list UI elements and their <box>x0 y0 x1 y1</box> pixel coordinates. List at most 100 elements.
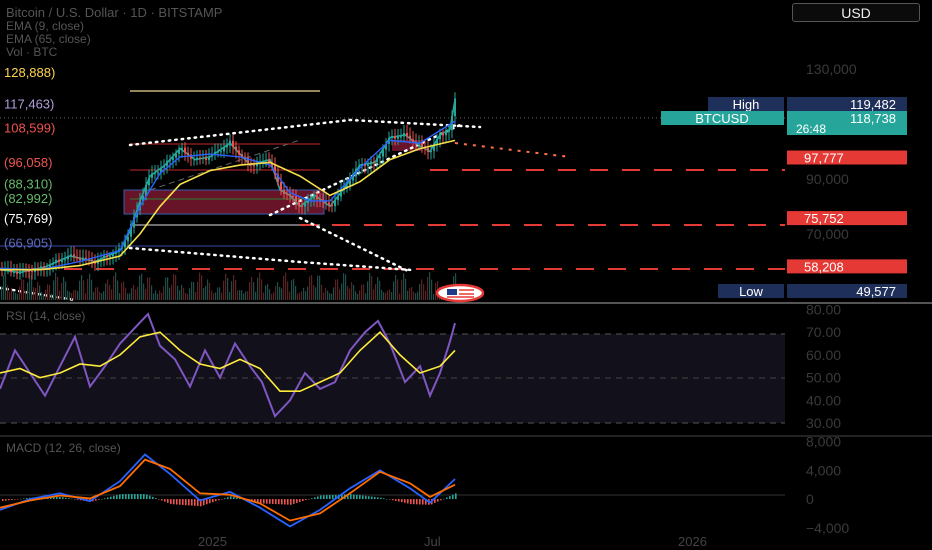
macd-hist-bar <box>272 499 274 504</box>
candle-body <box>73 254 75 258</box>
currency-button[interactable]: USD <box>792 3 920 22</box>
volume-bar <box>245 291 247 300</box>
low-tag[interactable]: Low 49,577 <box>718 284 907 299</box>
volume-bar <box>331 293 333 300</box>
candle-body <box>379 156 381 159</box>
macd-hist-bar <box>116 495 118 500</box>
candle-body <box>370 161 372 165</box>
macd-hist-bar <box>407 499 409 504</box>
volume-bar <box>141 273 143 300</box>
rsi-axis[interactable]: 80.00 70.00 60.00 50.00 40.00 30.00 <box>806 302 841 431</box>
volume-bar <box>361 284 363 300</box>
candle-body <box>109 256 111 258</box>
volume-bar <box>5 275 7 300</box>
projection-trendline[interactable] <box>454 142 571 158</box>
macd-hist-bar <box>275 499 277 505</box>
macd-hist-bar <box>416 499 418 505</box>
volume-bar <box>63 276 65 300</box>
candle-body <box>436 139 438 144</box>
volume-bar <box>285 272 287 300</box>
volume-bar <box>281 288 283 300</box>
price-series[interactable] <box>0 99 456 274</box>
volume-bar <box>363 284 365 300</box>
volume-bar <box>123 281 125 300</box>
volume-bar <box>53 280 55 300</box>
red-level-tags[interactable]: 97,777 75,752 58,208 <box>787 150 907 275</box>
macd-axis[interactable]: 8,000 4,000 0 −4,000 <box>806 434 849 536</box>
volume-bar <box>175 274 177 300</box>
axis-tick-label: 8,000 <box>806 434 841 450</box>
volume-bar <box>135 289 137 300</box>
candle-body <box>112 253 114 257</box>
macd-hist-bar <box>185 499 187 506</box>
candle-body <box>400 136 402 138</box>
x-tick-2025: 2025 <box>198 534 227 549</box>
us-flag-icon[interactable] <box>435 283 485 303</box>
volume-bar <box>343 273 345 300</box>
candle-body <box>193 158 195 160</box>
macd-hist-bar <box>161 499 163 501</box>
volume-bar <box>405 278 407 300</box>
volume-bar <box>129 293 131 300</box>
volume-bar <box>309 276 311 300</box>
high-tag[interactable]: High 119,482 <box>708 97 907 112</box>
candle-body <box>67 256 69 260</box>
candle-body <box>331 204 333 207</box>
volume-legend[interactable]: Vol · BTC <box>6 45 58 59</box>
x-tick-jul: Jul <box>424 534 441 549</box>
ema-fast-legend[interactable]: EMA (9, close) <box>6 19 84 33</box>
candle-body <box>289 194 291 197</box>
volume-bar <box>165 277 167 300</box>
volume-bar <box>391 292 393 300</box>
macd-hist-bar <box>11 499 13 500</box>
macd-hist-bar <box>128 494 130 500</box>
price-chart[interactable]: Bitcoin / U.S. Dollar · 1D · BITSTAMP EM… <box>0 0 932 550</box>
volume-bar <box>25 290 27 300</box>
bar-countdown: 26:48 <box>796 122 826 136</box>
candle-body <box>187 152 189 155</box>
volume-bars <box>1 272 457 300</box>
volume-bar <box>81 275 83 300</box>
macd-hist-bar <box>413 499 415 505</box>
volume-bar <box>417 291 419 300</box>
volume-bar <box>203 288 205 300</box>
lower-falling-trendline[interactable] <box>298 216 412 274</box>
candles[interactable] <box>1 92 456 280</box>
volume-bar <box>93 291 95 300</box>
candle-body <box>394 136 396 139</box>
volume-bar <box>87 278 89 300</box>
macd-hist-bar <box>299 499 301 503</box>
volume-bar <box>195 291 197 300</box>
macd-hist-bar <box>5 499 7 501</box>
candle-body <box>208 156 210 161</box>
volume-bar <box>253 282 255 300</box>
candle-body <box>316 195 318 200</box>
rsi-legend[interactable]: RSI (14, close) <box>6 309 85 323</box>
macd-legend[interactable]: MACD (12, 26, close) <box>6 441 121 455</box>
symbol-price-tag[interactable]: BTCUSD 118,738 26:48 <box>661 111 907 136</box>
macd-hist-bar <box>401 499 403 503</box>
volume-bar <box>121 282 123 300</box>
red-level-value: 75,752 <box>804 211 844 226</box>
macd-hist-bar <box>266 499 268 504</box>
red-level-value: 97,777 <box>804 151 844 166</box>
signal-line[interactable] <box>0 458 456 522</box>
macd-hist-bar <box>131 494 133 500</box>
volume-bar <box>333 287 335 300</box>
volume-bar <box>249 282 251 300</box>
macd-line[interactable] <box>0 453 456 528</box>
macd-hist-bar <box>359 495 361 500</box>
macd-hist-bar <box>14 499 16 500</box>
axis-tick-label: 0 <box>806 491 814 507</box>
volume-bar <box>7 285 9 300</box>
red-level-value: 58,208 <box>804 259 844 274</box>
candle-body <box>76 257 78 259</box>
macd-hist-bar <box>107 497 109 500</box>
macd-hist-bar <box>209 499 211 504</box>
macd-hist-bar <box>8 499 10 501</box>
ema-slow-legend[interactable]: EMA (65, close) <box>6 32 91 46</box>
candle-body <box>445 132 447 136</box>
volume-bar <box>127 293 129 300</box>
macd-hist-bar <box>143 494 145 500</box>
volume-bar <box>19 286 21 300</box>
